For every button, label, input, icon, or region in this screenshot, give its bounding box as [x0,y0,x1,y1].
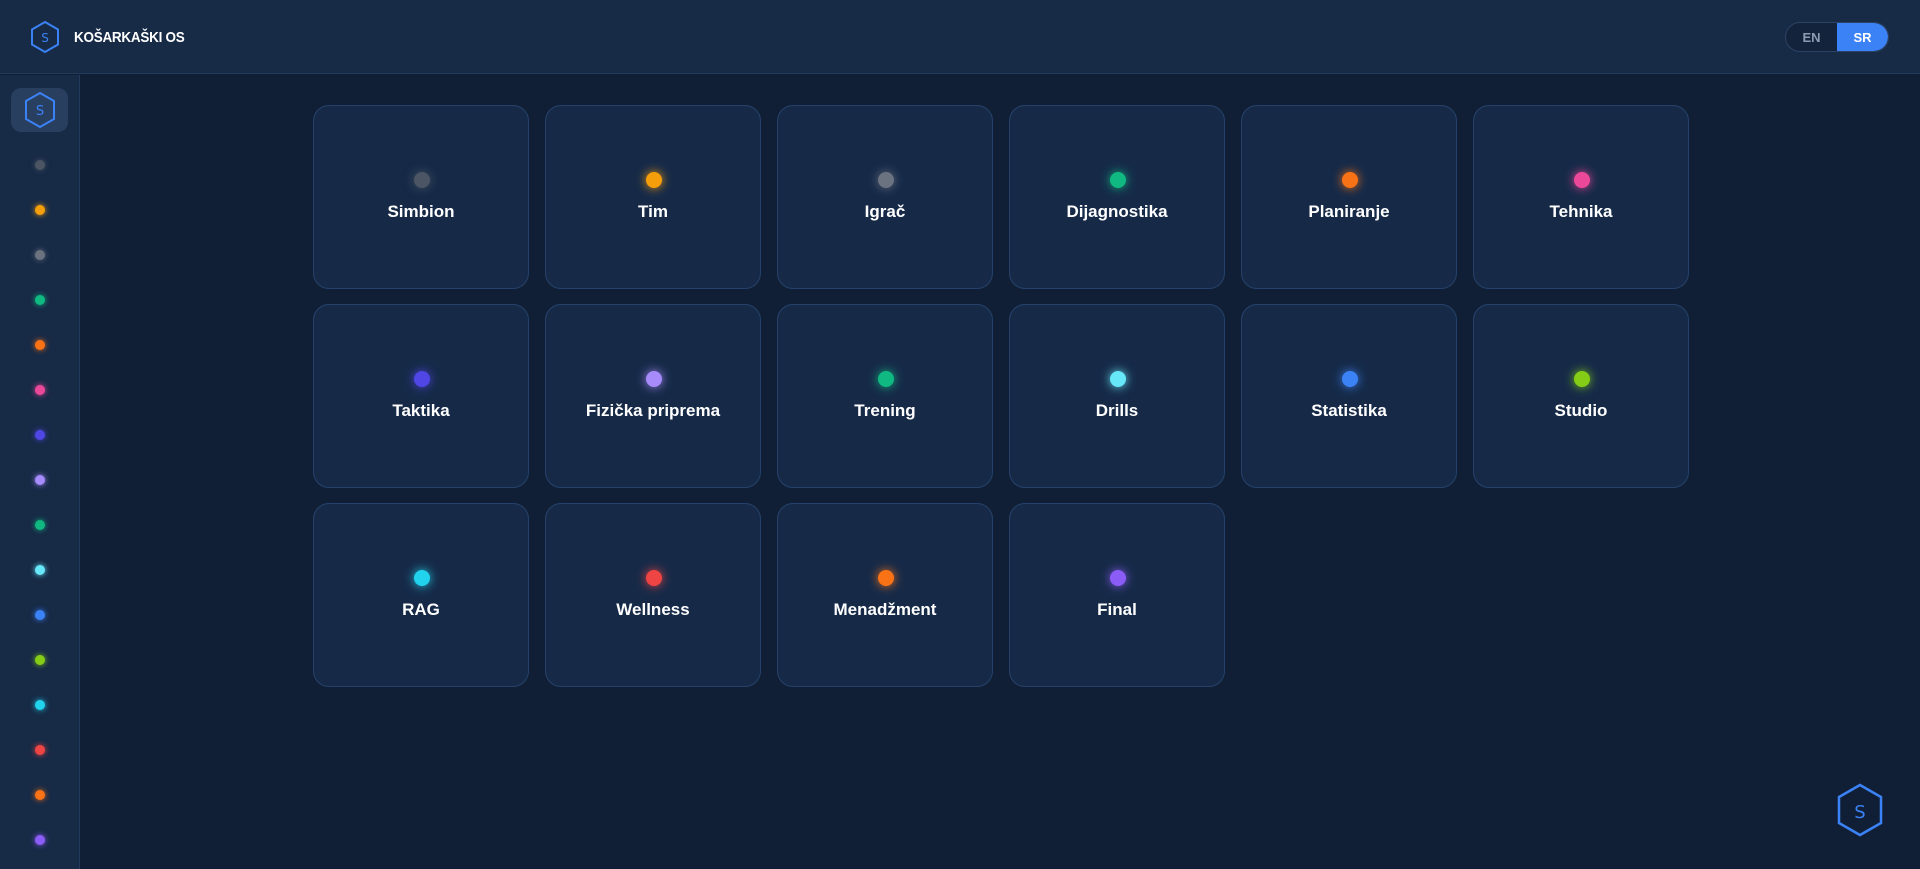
module-tile[interactable]: Trening [777,304,993,488]
module-tile[interactable]: Planiranje [1241,105,1457,289]
module-status-dot [878,371,894,387]
module-status-dot [1110,172,1126,188]
module-tile[interactable]: Tim [545,105,761,289]
brand[interactable]: S KOŠARKAŠKI OS [29,20,197,54]
module-label: Statistika [1311,401,1387,420]
module-status-dot [646,570,662,586]
module-tile[interactable]: Studio [1473,304,1689,488]
module-label: Tim [638,202,668,221]
sidebar: S [0,75,80,869]
brand-title: KOŠARKAŠKI OS [74,28,185,46]
module-label: RAG [402,600,440,619]
module-status-dot [878,570,894,586]
module-tile[interactable]: Menadžment [777,503,993,687]
sidebar-nav-dot[interactable] [35,700,45,710]
sidebar-nav-dot[interactable] [35,655,45,665]
sidebar-nav-dot[interactable] [35,790,45,800]
language-switch[interactable]: EN SR [1785,22,1889,52]
sidebar-nav-dot[interactable] [35,160,45,170]
sidebar-nav-dot[interactable] [35,610,45,620]
module-tile[interactable]: Drills [1009,304,1225,488]
sidebar-nav-dot[interactable] [35,745,45,755]
module-label: Igrač [864,202,906,221]
module-tile[interactable]: RAG [313,503,529,687]
module-label: Dijagnostika [1066,202,1168,221]
sidebar-nav-dot[interactable] [35,565,45,575]
sidebar-nav-dot[interactable] [35,835,45,845]
sidebar-nav-dot[interactable] [35,340,45,350]
module-label: Drills [1095,401,1139,420]
svg-text:S: S [1854,802,1865,823]
module-status-dot [1574,172,1590,188]
module-label: Final [1097,600,1137,619]
module-status-dot [414,570,430,586]
module-grid: Simbion Tim Igrač Dijagnostika Planiranje Teh… [313,105,1689,687]
module-status-dot [646,371,662,387]
sidebar-nav-dot[interactable] [35,430,45,440]
module-label: Simbion [387,202,455,221]
sidebar-nav-dot[interactable] [35,475,45,485]
module-status-dot [414,172,430,188]
hexagon-logo-icon: S [24,91,55,129]
module-status-dot [1574,371,1590,387]
sidebar-nav-dot[interactable] [35,385,45,395]
sidebar-nav-dot[interactable] [35,205,45,215]
module-label: Fizička priprema [585,401,721,420]
module-label: Trening [854,401,916,420]
sidebar-nav-dot[interactable] [35,295,45,305]
module-tile[interactable]: Wellness [545,503,761,687]
sidebar-nav-dot[interactable] [35,250,45,260]
hexagon-logo-icon[interactable]: S [1836,783,1884,837]
module-tile[interactable]: Dijagnostika [1009,105,1225,289]
module-tile[interactable]: Taktika [313,304,529,488]
module-tile[interactable]: Statistika [1241,304,1457,488]
module-status-dot [646,172,662,188]
module-label: Wellness [616,600,690,619]
module-status-dot [878,172,894,188]
lang-sr-button[interactable]: SR [1837,23,1888,51]
hexagon-logo-icon: S [31,20,59,54]
module-label: Tehnika [1549,202,1613,221]
module-tile[interactable]: Igrač [777,105,993,289]
svg-text:S: S [35,104,43,119]
sidebar-nav-dot[interactable] [35,520,45,530]
module-status-dot [1110,570,1126,586]
module-tile[interactable]: Simbion [313,105,529,289]
svg-text:S: S [41,31,49,45]
module-status-dot [1342,172,1358,188]
lang-en-button[interactable]: EN [1786,23,1837,51]
top-bar: S KOŠARKAŠKI OS EN SR [0,0,1920,74]
module-status-dot [1110,371,1126,387]
module-tile[interactable]: Fizička priprema [545,304,761,488]
module-label: Studio [1554,401,1608,420]
module-label: Planiranje [1308,202,1390,221]
module-tile[interactable]: Final [1009,503,1225,687]
module-label: Taktika [392,401,450,420]
module-status-dot [1342,371,1358,387]
module-status-dot [414,371,430,387]
module-label: Menadžment [833,600,937,619]
module-tile[interactable]: Tehnika [1473,105,1689,289]
sidebar-home-button[interactable]: S [11,88,68,132]
